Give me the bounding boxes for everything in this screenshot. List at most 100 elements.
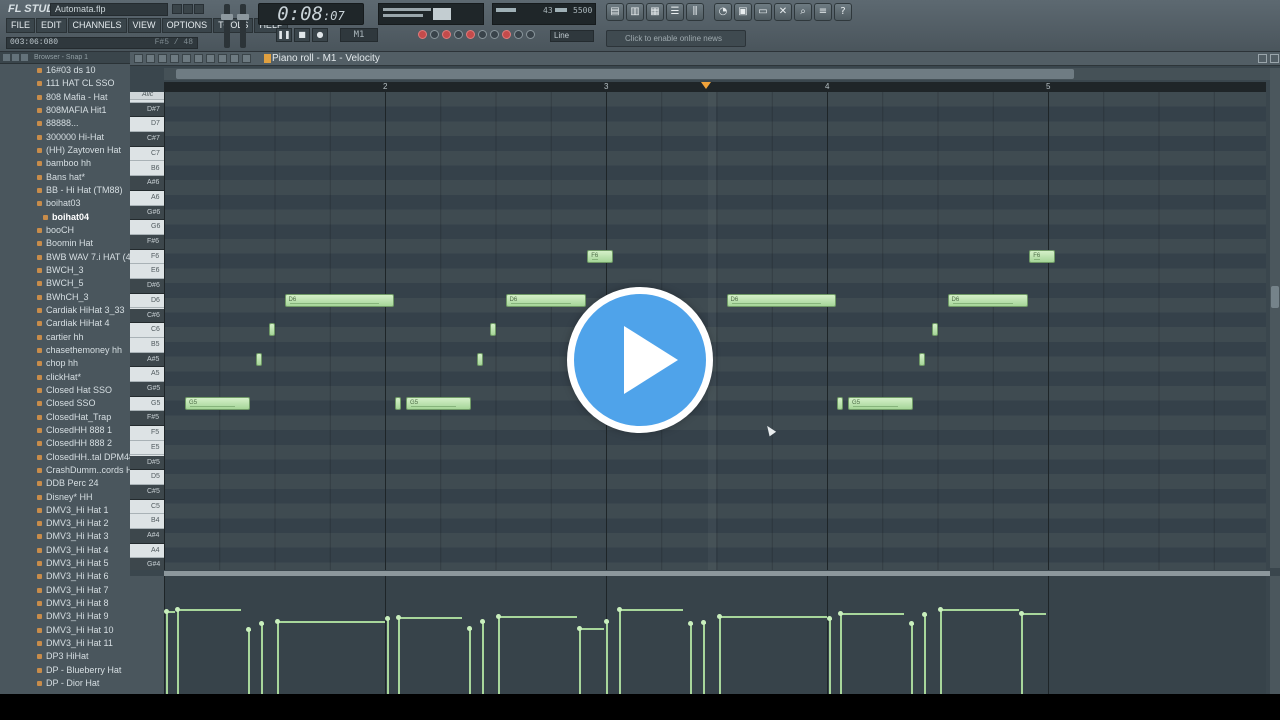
piano-key[interactable]: C7: [130, 146, 164, 162]
browser-item[interactable]: DMV3_Hi Hat 5: [0, 557, 130, 570]
velocity-handle[interactable]: [687, 621, 693, 627]
browser-item[interactable]: DP3 HiHat: [0, 650, 130, 663]
template-icon[interactable]: ▣: [734, 3, 752, 21]
record-button[interactable]: ●: [312, 28, 328, 42]
piano-key[interactable]: C6: [130, 323, 164, 338]
velocity-bar[interactable]: [937, 607, 1020, 694]
piano-key[interactable]: F#5: [130, 411, 164, 427]
note-g5[interactable]: [395, 396, 401, 410]
velocity-handle[interactable]: [716, 614, 722, 620]
play-icon[interactable]: [567, 287, 713, 433]
velocity-bar[interactable]: [838, 610, 905, 694]
browser-item[interactable]: Cardiak HiHat 3_33: [0, 304, 130, 317]
pencil-icon[interactable]: [158, 54, 167, 63]
slice-icon[interactable]: [206, 54, 215, 63]
browser-item[interactable]: DMV3_Hi Hat 10: [0, 624, 130, 637]
timeline-ruler[interactable]: 2 3 4 5: [164, 82, 1266, 92]
browser-item[interactable]: BWCH_5: [0, 277, 130, 290]
detach-window-icon[interactable]: [1258, 54, 1267, 63]
browser-item[interactable]: 16#03 ds 10: [0, 64, 130, 77]
piano-key[interactable]: D5: [130, 470, 164, 485]
velocity-bar[interactable]: [603, 618, 609, 694]
browser-item[interactable]: cartier hh: [0, 331, 130, 344]
velocity-bar[interactable]: [922, 611, 928, 694]
mixer-icon[interactable]: ⫼: [686, 3, 704, 21]
playback-icon[interactable]: [242, 54, 251, 63]
piano-key[interactable]: A#4: [130, 529, 164, 544]
velocity-bar[interactable]: [908, 621, 914, 694]
browser-item[interactable]: Closed SSO: [0, 397, 130, 410]
velocity-handle[interactable]: [937, 607, 943, 613]
browser-item[interactable]: BWCH_3: [0, 264, 130, 277]
browser-item[interactable]: CrashDumm..cords Hat: [0, 464, 130, 477]
velocity-handle[interactable]: [385, 616, 390, 622]
piano-key[interactable]: A#6: [130, 176, 164, 191]
browser-item[interactable]: Boomin Hat: [0, 237, 130, 250]
menu-file[interactable]: FILE: [6, 18, 36, 33]
velocity-bar[interactable]: [716, 614, 827, 694]
piano-key[interactable]: B6: [130, 161, 164, 177]
pattern-selector[interactable]: M1: [340, 28, 378, 42]
vertical-scrollbar[interactable]: [1270, 68, 1280, 568]
browser-item[interactable]: (HH) Zaytoven Hat: [0, 144, 130, 157]
search-icon[interactable]: ⌕: [794, 3, 812, 21]
velocity-bar[interactable]: [701, 620, 707, 694]
browser-item[interactable]: DMV3_Hi Hat 6: [0, 570, 130, 583]
maximize-icon[interactable]: [183, 4, 193, 14]
typing-keyboard-icon[interactable]: [502, 30, 511, 39]
browser-item[interactable]: DMV3_Hi Hat 9: [0, 610, 130, 623]
velocity-editor[interactable]: [164, 576, 1266, 694]
note-c6[interactable]: [269, 323, 276, 337]
mute-icon[interactable]: [194, 54, 203, 63]
velocity-bar[interactable]: [164, 609, 176, 694]
record-mode-icon[interactable]: [418, 30, 427, 39]
note-as5[interactable]: [255, 352, 262, 366]
cpu-icon[interactable]: ◔: [714, 3, 732, 21]
note-g5[interactable]: G5: [185, 396, 251, 410]
browser-item[interactable]: DP - Dior Hat: [0, 677, 130, 690]
zoom-icon[interactable]: [230, 54, 239, 63]
menu-options[interactable]: OPTIONS: [161, 18, 213, 33]
piano-key[interactable]: G6: [130, 220, 164, 235]
step-edit-icon[interactable]: [478, 30, 487, 39]
piano-key[interactable]: D#5: [130, 455, 164, 471]
playlist-icon[interactable]: ▤: [606, 3, 624, 21]
piano-key[interactable]: D#7: [130, 102, 164, 118]
menu-view[interactable]: VIEW: [127, 18, 161, 33]
velocity-bar[interactable]: [396, 615, 463, 694]
velocity-handle[interactable]: [175, 607, 181, 613]
browser-item[interactable]: DP - Blueberry Hat: [0, 664, 130, 677]
piano-key[interactable]: C#7: [130, 132, 164, 147]
velocity-handle[interactable]: [259, 621, 265, 627]
velocity-scrollbar[interactable]: [1270, 576, 1280, 694]
browser-back-icon[interactable]: [12, 54, 19, 61]
piano-key[interactable]: A#5: [130, 352, 164, 368]
velocity-handle[interactable]: [1019, 610, 1025, 616]
horizontal-scrollbar[interactable]: [164, 68, 1270, 80]
browser-item[interactable]: ClosedHH 888 2: [0, 437, 130, 450]
browser-item[interactable]: Cardiak HiHat 4: [0, 317, 130, 330]
browser-item[interactable]: ClosedHH 888 1: [0, 424, 130, 437]
browser-item[interactable]: 808MAFIA Hit1: [0, 104, 130, 117]
render-icon[interactable]: ✕: [774, 3, 792, 21]
velocity-handle[interactable]: [617, 607, 623, 613]
piano-key[interactable]: C#5: [130, 484, 164, 500]
piano-keyboard[interactable]: C7D#7D7C#7C7B6A#6A6G#6G6F#6F6E6D#6D6C#6C…: [130, 92, 164, 570]
notes-icon[interactable]: ≡: [814, 3, 832, 21]
browser-item[interactable]: 88888...: [0, 117, 130, 130]
browser-item[interactable]: Disney* HH: [0, 491, 130, 504]
piano-key[interactable]: F6: [130, 249, 164, 265]
piano-key[interactable]: C#6: [130, 308, 164, 324]
velocity-handle[interactable]: [274, 618, 280, 624]
velocity-handle[interactable]: [908, 621, 914, 627]
browser-item[interactable]: 111 HAT CL SSO: [0, 77, 130, 90]
browser-item[interactable]: chasethemoney hh: [0, 344, 130, 357]
velocity-handle[interactable]: [577, 625, 583, 631]
master-volume-slider[interactable]: [221, 4, 233, 48]
piano-key[interactable]: B4: [130, 514, 164, 529]
piano-roll-icon[interactable]: ▦: [646, 3, 664, 21]
browser-item[interactable]: bamboo hh: [0, 157, 130, 170]
browser-item[interactable]: DMV3_Hi Hat 2: [0, 517, 130, 530]
loop-icon[interactable]: [430, 30, 439, 39]
browser-item[interactable]: boihat03: [0, 197, 130, 210]
